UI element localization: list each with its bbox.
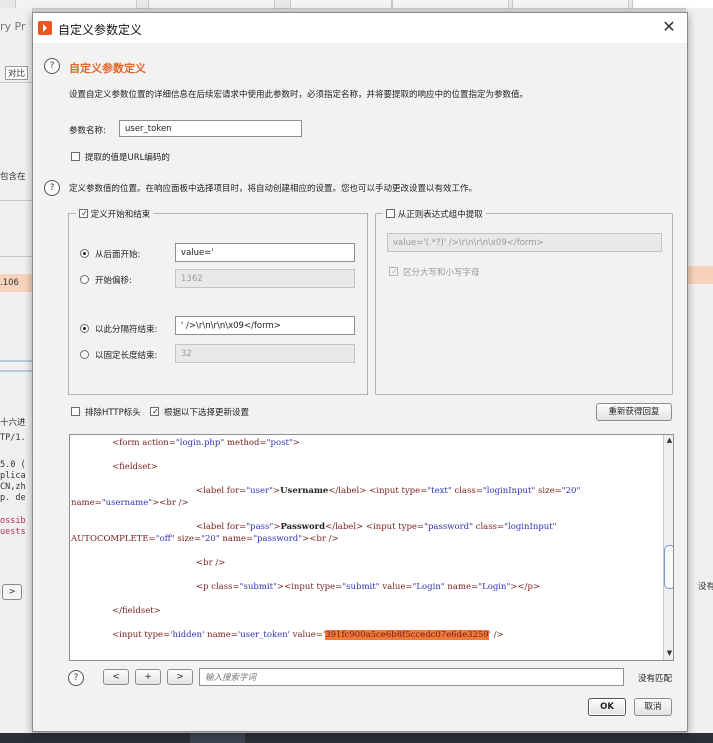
fixed-length-input: 32	[175, 344, 355, 363]
divider	[0, 200, 32, 201]
search-add-button[interactable]: +	[135, 669, 161, 685]
background-text: CN,zh	[0, 482, 26, 492]
background-text: TP/1.	[0, 433, 26, 443]
background-text: .106	[0, 278, 19, 288]
background-text: ossib	[0, 516, 26, 526]
background-text: ry Pr	[0, 20, 26, 33]
custom-parameter-dialog: 自定义参数定义 ✕ ? 自定义参数定义 设置自定义参数位置的详细信息在后续宏请求…	[32, 12, 688, 732]
url-encoded-label: 提取的值是URL编码的	[85, 153, 170, 163]
background-next-button[interactable]: >	[2, 584, 22, 600]
search-input[interactable]	[199, 668, 624, 686]
background-left-panel: ry Pr 对比 包含在 .106 十六进 TP/1. 5.0 ( plica …	[0, 8, 33, 733]
exclude-http-headers-checkbox[interactable]	[71, 407, 80, 416]
background-text: 包含在	[0, 172, 26, 182]
param-name-label: 参数名称:	[69, 126, 106, 136]
update-settings-checkbox[interactable]	[150, 407, 160, 416]
divider	[0, 256, 32, 257]
scroll-up-icon[interactable]: ▲	[665, 436, 673, 445]
url-encoded-checkbox[interactable]	[71, 152, 80, 161]
regex-group-legend: 从正则表达式组中提取	[383, 208, 486, 220]
ok-button[interactable]: OK	[588, 698, 626, 716]
close-icon[interactable]: ✕	[659, 17, 679, 37]
code-line: <input type='hidden' name='user_token' v…	[112, 630, 504, 640]
background-text: 十六进	[0, 418, 26, 428]
search-match-status: 没有匹配	[638, 674, 673, 684]
start-end-group-legend: 定义开始和结束	[76, 208, 154, 220]
start-offset-label: 开始偏移:	[95, 276, 132, 286]
dialog-title: 自定义参数定义	[58, 23, 143, 37]
background-tab-strip	[0, 0, 713, 9]
code-line: name="username"><br />	[71, 498, 189, 508]
code-line: <p class="submit"><input type="submit" v…	[196, 582, 541, 592]
code-line: <label for="pass">Password</label> <inpu…	[196, 522, 557, 532]
search-prev-button[interactable]: <	[103, 669, 129, 685]
section-title: 自定义参数定义	[69, 62, 146, 75]
selected-token-highlight[interactable]: 391fc900a5ce6b8f5ccedc07e6de3259	[325, 630, 489, 640]
code-line: <fieldset>	[112, 462, 158, 472]
fixed-length-label: 以固定长度结束:	[95, 351, 158, 361]
end-delimiter-input[interactable]: ' />\r\n\r\n\x09</form>	[175, 316, 355, 335]
code-line: <label for="user">Username</label> <inpu…	[196, 486, 581, 496]
start-offset-radio[interactable]	[80, 275, 89, 284]
background-tab[interactable]	[392, 0, 509, 9]
vertical-scrollbar[interactable]: ▲ ▼	[663, 435, 673, 660]
background-tab[interactable]	[290, 0, 392, 9]
divider	[0, 360, 32, 362]
background-tab[interactable]	[148, 0, 275, 9]
refetch-response-button[interactable]: 重新获得回复	[596, 403, 672, 421]
taskbar	[0, 733, 713, 743]
location-description: 定义参数值的位置。在响应面板中选择项目时，将自动创建相应的设置。您也可以手动更改…	[69, 184, 478, 194]
background-text: uests	[0, 527, 26, 537]
background-compare-button[interactable]: 对比	[5, 66, 29, 80]
param-name-input[interactable]: user_token	[119, 120, 302, 137]
code-line: <br />	[196, 558, 226, 568]
scroll-thumb[interactable]	[664, 545, 673, 589]
code-line: </fieldset>	[112, 606, 161, 616]
search-next-button[interactable]: >	[167, 669, 193, 685]
regex-input: value='(.*?)' />\r\n\r\n\x09</form>	[387, 233, 662, 252]
start-end-legend-label: 定义开始和结束	[90, 210, 151, 220]
code-line: <form action="login.php" method="post">	[112, 438, 300, 448]
start-end-checkbox[interactable]	[79, 209, 89, 218]
start-after-radio[interactable]	[80, 249, 89, 258]
background-text: 5.0 (	[0, 460, 26, 470]
background-tab[interactable]	[512, 0, 629, 9]
background-tab[interactable]	[15, 0, 137, 9]
scroll-down-icon[interactable]: ▼	[665, 649, 673, 658]
burp-app-icon	[38, 21, 52, 35]
background-selected-row	[686, 266, 713, 284]
case-sensitive-label: 区分大写和小写字母	[403, 268, 480, 278]
fixed-length-radio[interactable]	[80, 350, 89, 359]
background-text: 没有	[698, 582, 713, 592]
background-text: plica	[0, 471, 26, 481]
taskbar-item[interactable]	[190, 733, 245, 743]
start-after-label: 从后面开始:	[95, 250, 141, 260]
regex-legend-label: 从正则表达式组中提取	[397, 210, 483, 220]
end-delimiter-radio[interactable]	[80, 324, 89, 333]
dialog-description: 设置自定义参数位置的详细信息在后续宏请求中使用此参数时，必须指定名称，并将要提取…	[69, 90, 529, 100]
divider	[0, 370, 32, 372]
case-sensitive-checkbox	[389, 267, 399, 276]
regex-checkbox[interactable]	[386, 209, 395, 218]
update-settings-label: 根据以下选择更新设置	[164, 408, 250, 418]
cancel-button[interactable]: 取消	[634, 698, 672, 716]
start-offset-input: 1362	[175, 269, 355, 288]
response-viewer[interactable]: <form action="login.php" method="post"> …	[69, 434, 674, 661]
end-delimiter-label: 以此分隔符结束:	[95, 325, 158, 335]
help-icon[interactable]: ?	[44, 180, 60, 196]
exclude-http-headers-label: 排除HTTP标头	[85, 408, 141, 418]
help-icon[interactable]: ?	[44, 58, 60, 74]
background-right-panel: 没有	[686, 8, 713, 733]
start-after-input[interactable]: value='	[175, 243, 355, 262]
background-text: p. de	[0, 493, 26, 503]
code-line: AUTOCOMPLETE="off" size="20" name="passw…	[71, 534, 339, 544]
start-end-group	[68, 213, 368, 395]
help-icon[interactable]: ?	[68, 670, 84, 686]
dialog-titlebar: 自定义参数定义 ✕	[33, 13, 687, 43]
